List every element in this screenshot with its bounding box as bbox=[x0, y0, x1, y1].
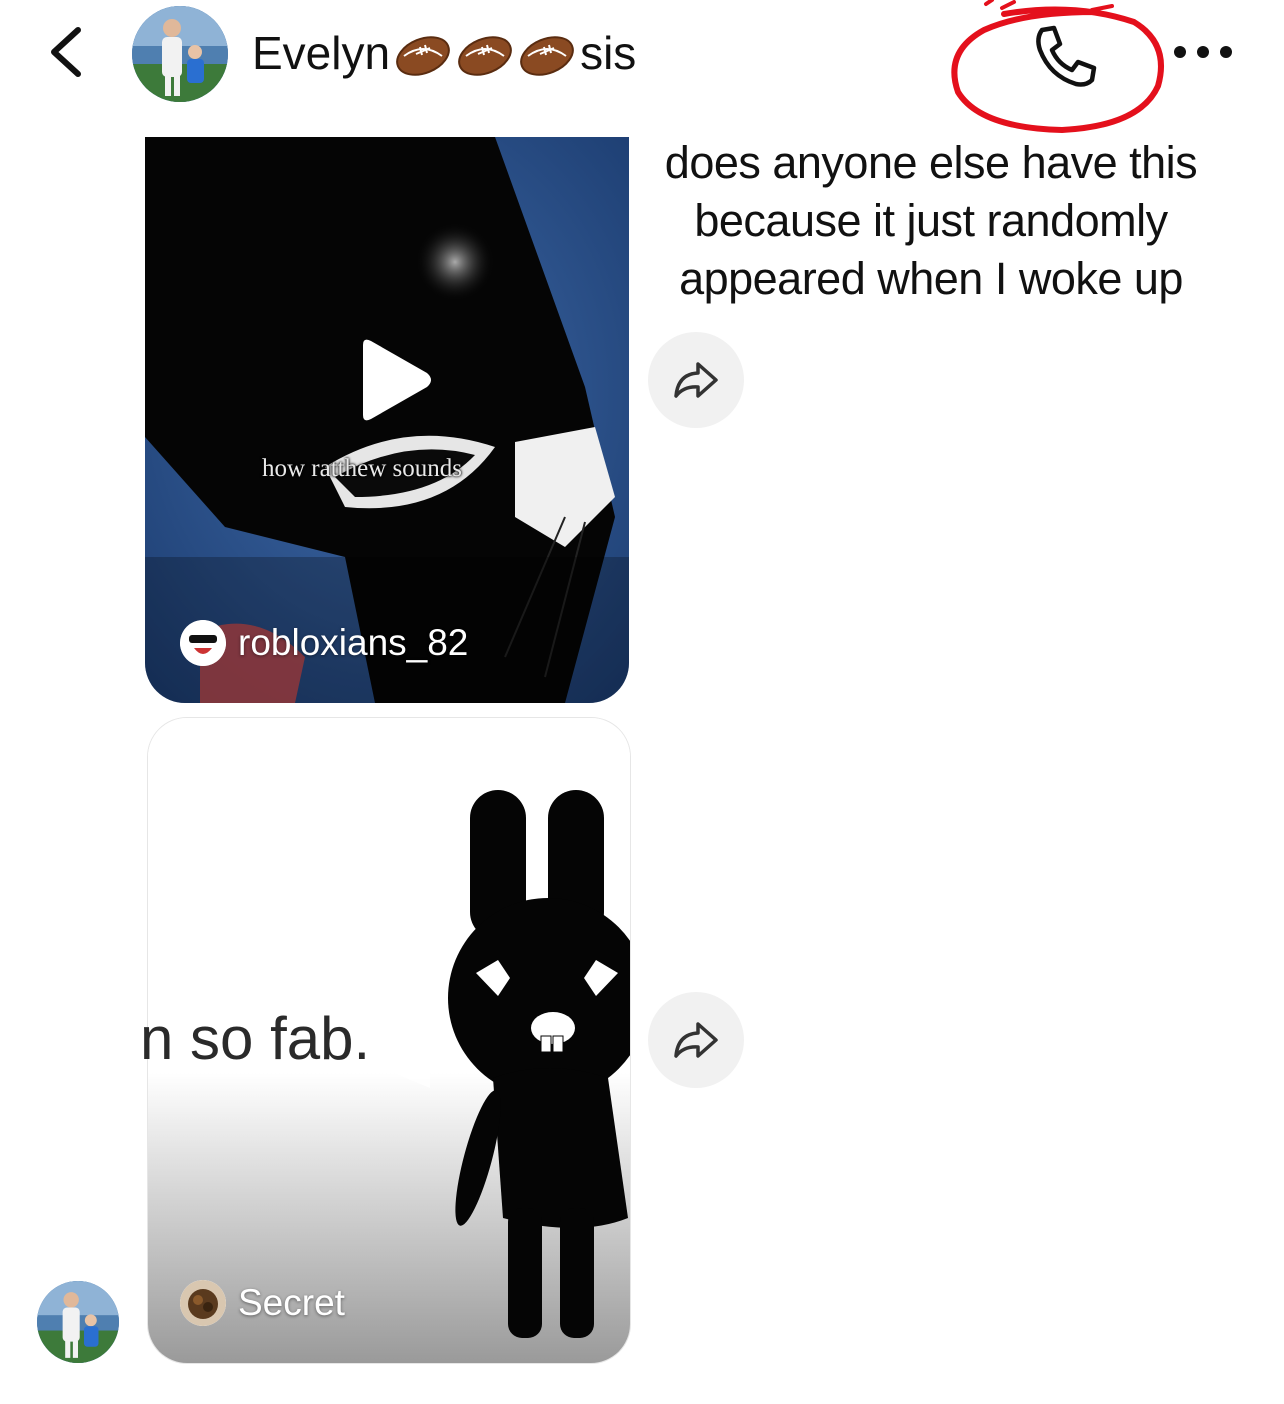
more-options-button[interactable] bbox=[1168, 30, 1238, 74]
shared-video-card[interactable] bbox=[145, 137, 629, 703]
football-emoji-icon bbox=[518, 33, 576, 76]
chevron-left-icon bbox=[51, 27, 81, 77]
author-avatar-icon bbox=[180, 620, 226, 666]
back-button[interactable] bbox=[40, 22, 100, 82]
football-emoji-icon bbox=[394, 33, 452, 76]
share-forward-icon bbox=[674, 1022, 718, 1058]
share-button[interactable] bbox=[648, 332, 744, 428]
contact-name-text: Evelyn bbox=[252, 27, 391, 79]
author-avatar-icon bbox=[180, 1280, 226, 1326]
contact-avatar[interactable] bbox=[132, 6, 228, 102]
video-author-name: robloxians_82 bbox=[238, 622, 469, 663]
video-overlay-caption: how ratthew sounds bbox=[262, 455, 462, 482]
video-author[interactable]: robloxians_82 bbox=[180, 620, 468, 666]
message-text: does anyone else have this because it ju… bbox=[664, 137, 1198, 304]
contact-name-suffix: sis bbox=[580, 27, 637, 79]
play-icon bbox=[363, 339, 431, 421]
share-button[interactable] bbox=[648, 992, 744, 1088]
contact-name[interactable]: Evelyn sis bbox=[252, 26, 636, 80]
video-author-name: Secret bbox=[238, 1282, 345, 1323]
voice-call-button[interactable] bbox=[1026, 20, 1106, 92]
phone-icon bbox=[1036, 25, 1097, 87]
sender-avatar[interactable] bbox=[37, 1281, 119, 1363]
more-horizontal-icon bbox=[1174, 46, 1232, 58]
video-overlay-caption: n so fab. bbox=[140, 1005, 371, 1072]
share-forward-icon bbox=[674, 362, 718, 398]
video-author[interactable]: Secret bbox=[180, 1280, 345, 1326]
football-emoji-icon bbox=[456, 33, 514, 76]
